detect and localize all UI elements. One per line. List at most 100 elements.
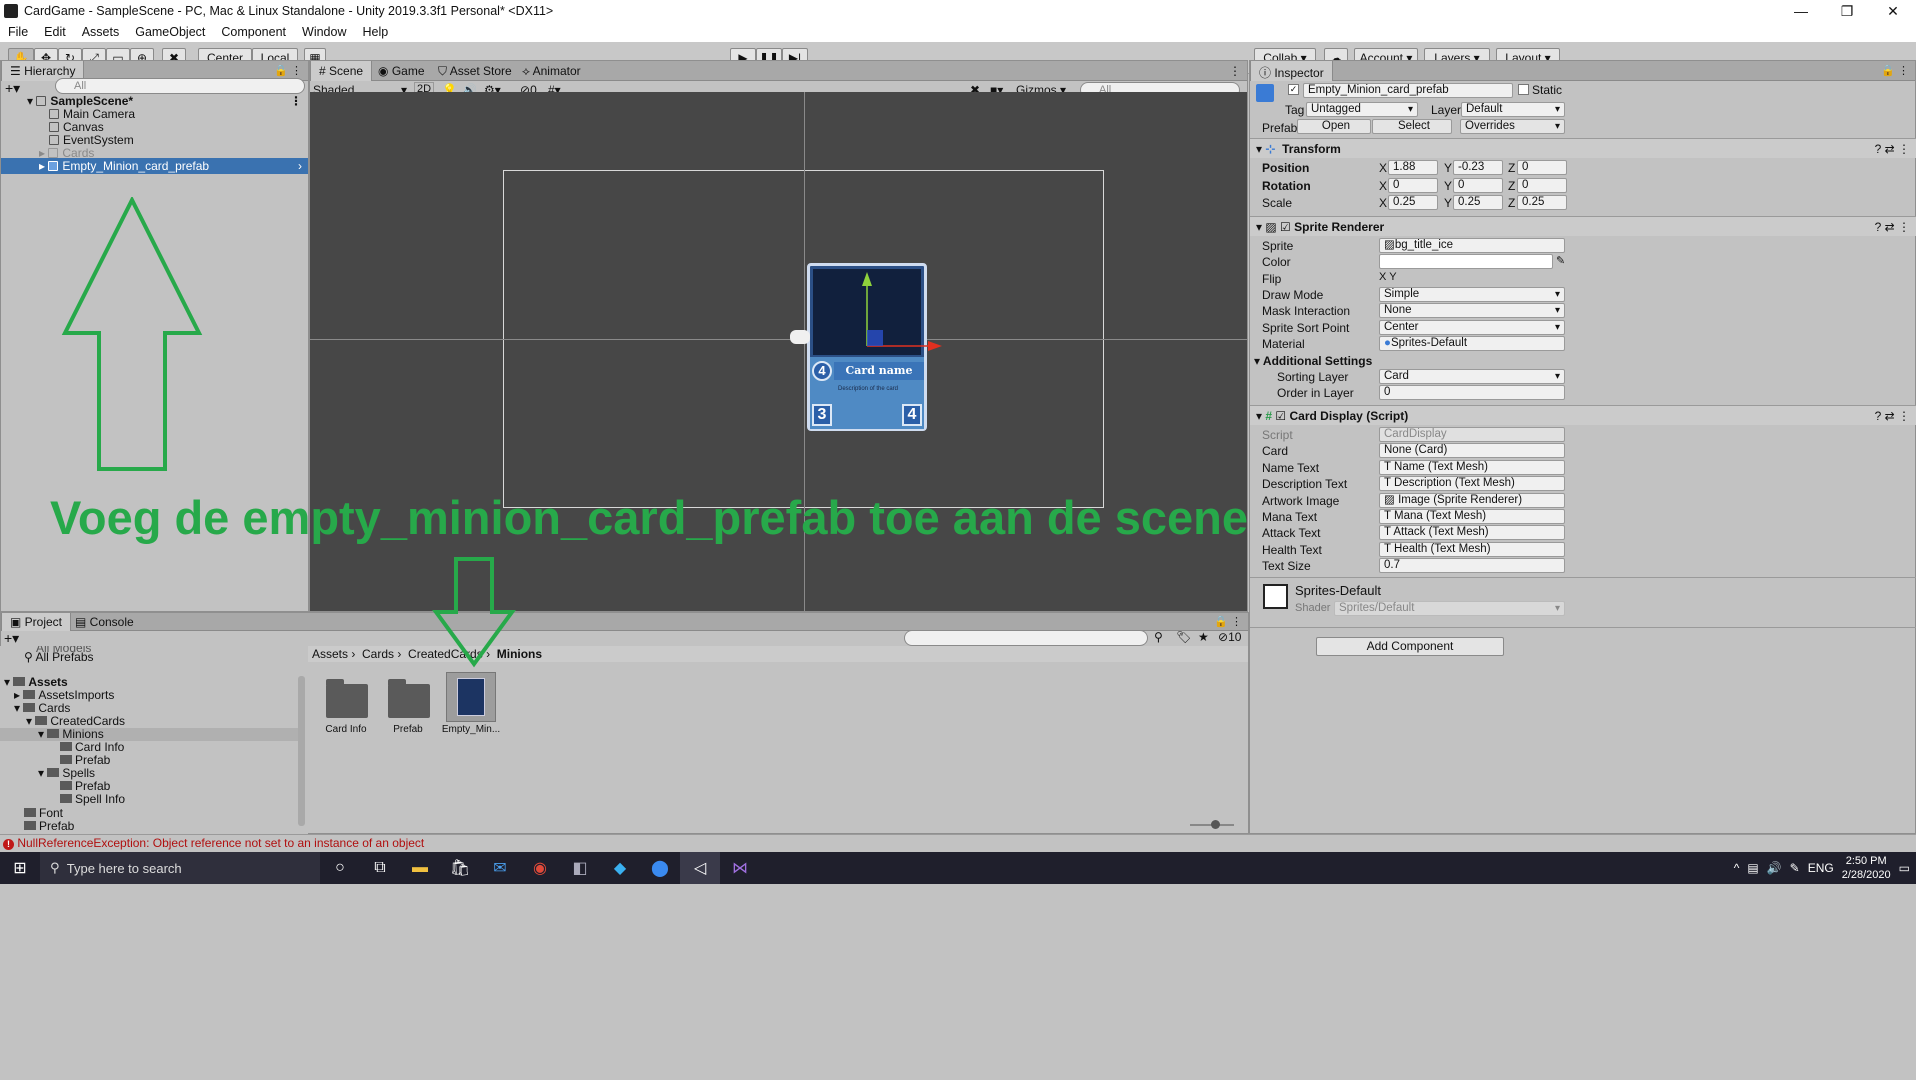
- prefab-overrides-dropdown[interactable]: Overrides: [1460, 119, 1565, 134]
- menu-assets[interactable]: Assets: [74, 25, 128, 39]
- draw-mode-dropdown[interactable]: Simple: [1379, 287, 1565, 302]
- flip-toggles[interactable]: X Y: [1379, 271, 1397, 283]
- cortana-icon[interactable]: ○: [320, 852, 360, 884]
- panel-menu-icon[interactable]: 🔒 ⋮: [1881, 64, 1909, 77]
- add-component-button[interactable]: Add Component: [1316, 637, 1504, 656]
- tag-dropdown[interactable]: Untagged: [1306, 102, 1418, 117]
- card-field[interactable]: None (Card): [1379, 443, 1565, 458]
- tray-pen-icon[interactable]: ✎: [1790, 861, 1800, 875]
- name-text-field[interactable]: T Name (Text Mesh): [1379, 460, 1565, 475]
- move-gizmo[interactable]: [780, 268, 950, 428]
- tray-network-icon[interactable]: ▤: [1747, 861, 1758, 875]
- scale-y-field[interactable]: 0.25: [1453, 195, 1503, 210]
- discord-icon[interactable]: ◧: [560, 852, 600, 884]
- filter-label-icon[interactable]: 🏷: [1176, 630, 1191, 644]
- favorite-icon[interactable]: ★: [1198, 630, 1209, 644]
- tab-scene[interactable]: # Scene: [310, 61, 373, 81]
- tab-asset-store[interactable]: ⛉ Asset Store: [430, 61, 520, 81]
- order-in-layer-field[interactable]: 0: [1379, 385, 1565, 400]
- menu-file[interactable]: File: [0, 25, 36, 39]
- tab-game[interactable]: ◉ Game: [370, 61, 433, 81]
- active-checkbox[interactable]: ✓: [1288, 84, 1299, 95]
- component-menu-icon[interactable]: ? ⇄ ⋮: [1875, 217, 1910, 237]
- menu-help[interactable]: Help: [354, 25, 396, 39]
- sprite-sort-point-dropdown[interactable]: Center: [1379, 320, 1565, 335]
- slider-handle[interactable]: [1211, 820, 1220, 829]
- windows-start-icon[interactable]: ⊞: [0, 852, 40, 884]
- tree-item[interactable]: Prefab: [24, 820, 74, 833]
- additional-settings-foldout[interactable]: ▾ Additional Settings: [1254, 353, 1912, 369]
- breadcrumb-item[interactable]: Assets: [312, 647, 348, 661]
- material-field[interactable]: ●Sprites-Default: [1379, 336, 1565, 351]
- transform-header[interactable]: ▾ ⊹ Transform? ⇄ ⋮: [1250, 138, 1916, 158]
- tab-inspector[interactable]: ⓘ Inspector: [1250, 61, 1333, 81]
- tray-chevron-icon[interactable]: ^: [1734, 861, 1740, 875]
- sorting-layer-dropdown[interactable]: Card: [1379, 369, 1565, 384]
- hierarchy-search-input[interactable]: All: [55, 78, 305, 94]
- prefab-open-button[interactable]: Open: [1297, 119, 1371, 134]
- position-z-field[interactable]: 0: [1517, 160, 1567, 175]
- menu-edit[interactable]: Edit: [36, 25, 74, 39]
- static-checkbox[interactable]: [1518, 84, 1529, 95]
- shader-dropdown[interactable]: Sprites/Default: [1334, 601, 1565, 616]
- filter-type-icon[interactable]: ⚲: [1154, 630, 1163, 644]
- file-explorer-icon[interactable]: ▬: [400, 852, 440, 884]
- position-y-field[interactable]: -0.23: [1453, 160, 1503, 175]
- app-icon[interactable]: ◆: [600, 852, 640, 884]
- store-icon[interactable]: 🛍: [440, 852, 480, 884]
- panel-menu-icon[interactable]: 🔒 ⋮: [1214, 615, 1242, 628]
- taskbar-search[interactable]: ⚲ Type here to search: [40, 852, 320, 884]
- prefab-thumbnail[interactable]: [446, 672, 496, 722]
- tab-project[interactable]: ▣ Project: [1, 613, 72, 631]
- scale-x-field[interactable]: 0.25: [1388, 195, 1438, 210]
- sprite-renderer-header[interactable]: ▾ ▨ ☑ Sprite Renderer? ⇄ ⋮: [1250, 216, 1916, 236]
- tab-animator[interactable]: ⟡ Animator: [514, 61, 589, 81]
- chrome-icon[interactable]: ◉: [520, 852, 560, 884]
- health-text-field[interactable]: T Health (Text Mesh): [1379, 542, 1565, 557]
- eyedropper-icon[interactable]: ✎: [1556, 254, 1565, 267]
- maps-icon[interactable]: ⬤: [640, 852, 680, 884]
- mail-icon[interactable]: ✉: [480, 852, 520, 884]
- visual-studio-icon[interactable]: ⋈: [720, 852, 760, 884]
- status-bar[interactable]: ! NullReferenceException: Object referen…: [0, 834, 1916, 852]
- panel-menu-icon[interactable]: ⋮: [1229, 64, 1241, 78]
- component-menu-icon[interactable]: ? ⇄ ⋮: [1875, 139, 1910, 159]
- prefab-select-button[interactable]: Select: [1372, 119, 1452, 134]
- text-size-field[interactable]: 0.7: [1379, 558, 1565, 573]
- panel-menu-icon[interactable]: 🔒 ⋮: [274, 64, 302, 77]
- rotation-z-field[interactable]: 0: [1517, 178, 1567, 193]
- folder-icon[interactable]: [326, 679, 368, 718]
- description-text-field[interactable]: T Description (Text Mesh): [1379, 476, 1565, 491]
- folder-icon[interactable]: [388, 679, 430, 718]
- task-view-icon[interactable]: ⧉: [360, 852, 400, 884]
- layer-dropdown[interactable]: Default: [1461, 102, 1565, 117]
- rotation-x-field[interactable]: 0: [1388, 178, 1438, 193]
- close-button[interactable]: ✕: [1870, 3, 1916, 20]
- tab-console[interactable]: ▤ Console: [67, 613, 142, 631]
- maximize-button[interactable]: ❐: [1824, 3, 1870, 20]
- hidden-packages-icon[interactable]: ⊘10: [1218, 630, 1241, 644]
- tree-item[interactable]: Spell Info: [60, 793, 125, 806]
- language-indicator[interactable]: ENG: [1808, 861, 1834, 875]
- artwork-image-field[interactable]: ▨ Image (Sprite Renderer): [1379, 493, 1565, 508]
- attack-text-field[interactable]: T Attack (Text Mesh): [1379, 525, 1565, 540]
- menu-window[interactable]: Window: [294, 25, 354, 39]
- minimize-button[interactable]: —: [1778, 3, 1824, 20]
- color-field[interactable]: [1379, 254, 1553, 269]
- scale-z-field[interactable]: 0.25: [1517, 195, 1567, 210]
- create-plus-icon[interactable]: +▾: [4, 630, 19, 647]
- tree-item-selected[interactable]: ▾ Minions: [0, 728, 300, 741]
- object-name-field[interactable]: Empty_Minion_card_prefab: [1303, 83, 1513, 98]
- breadcrumb-item[interactable]: Cards: [362, 647, 394, 661]
- position-x-field[interactable]: 1.88: [1388, 160, 1438, 175]
- sprite-field[interactable]: ▨bg_title_ice: [1379, 238, 1565, 253]
- camera-gizmo-icon[interactable]: [790, 330, 810, 344]
- rotation-y-field[interactable]: 0: [1453, 178, 1503, 193]
- tray-volume-icon[interactable]: 🔊: [1767, 861, 1782, 875]
- menu-gameobject[interactable]: GameObject: [127, 25, 213, 39]
- card-display-header[interactable]: ▾ # ☑ Card Display (Script)? ⇄ ⋮: [1250, 405, 1916, 425]
- hierarchy-item-selected[interactable]: ▸ Empty_Minion_card_prefab ›: [1, 158, 308, 174]
- mana-text-field[interactable]: T Mana (Text Mesh): [1379, 509, 1565, 524]
- menu-component[interactable]: Component: [213, 25, 294, 39]
- unity-taskbar-icon[interactable]: ◁: [680, 852, 720, 884]
